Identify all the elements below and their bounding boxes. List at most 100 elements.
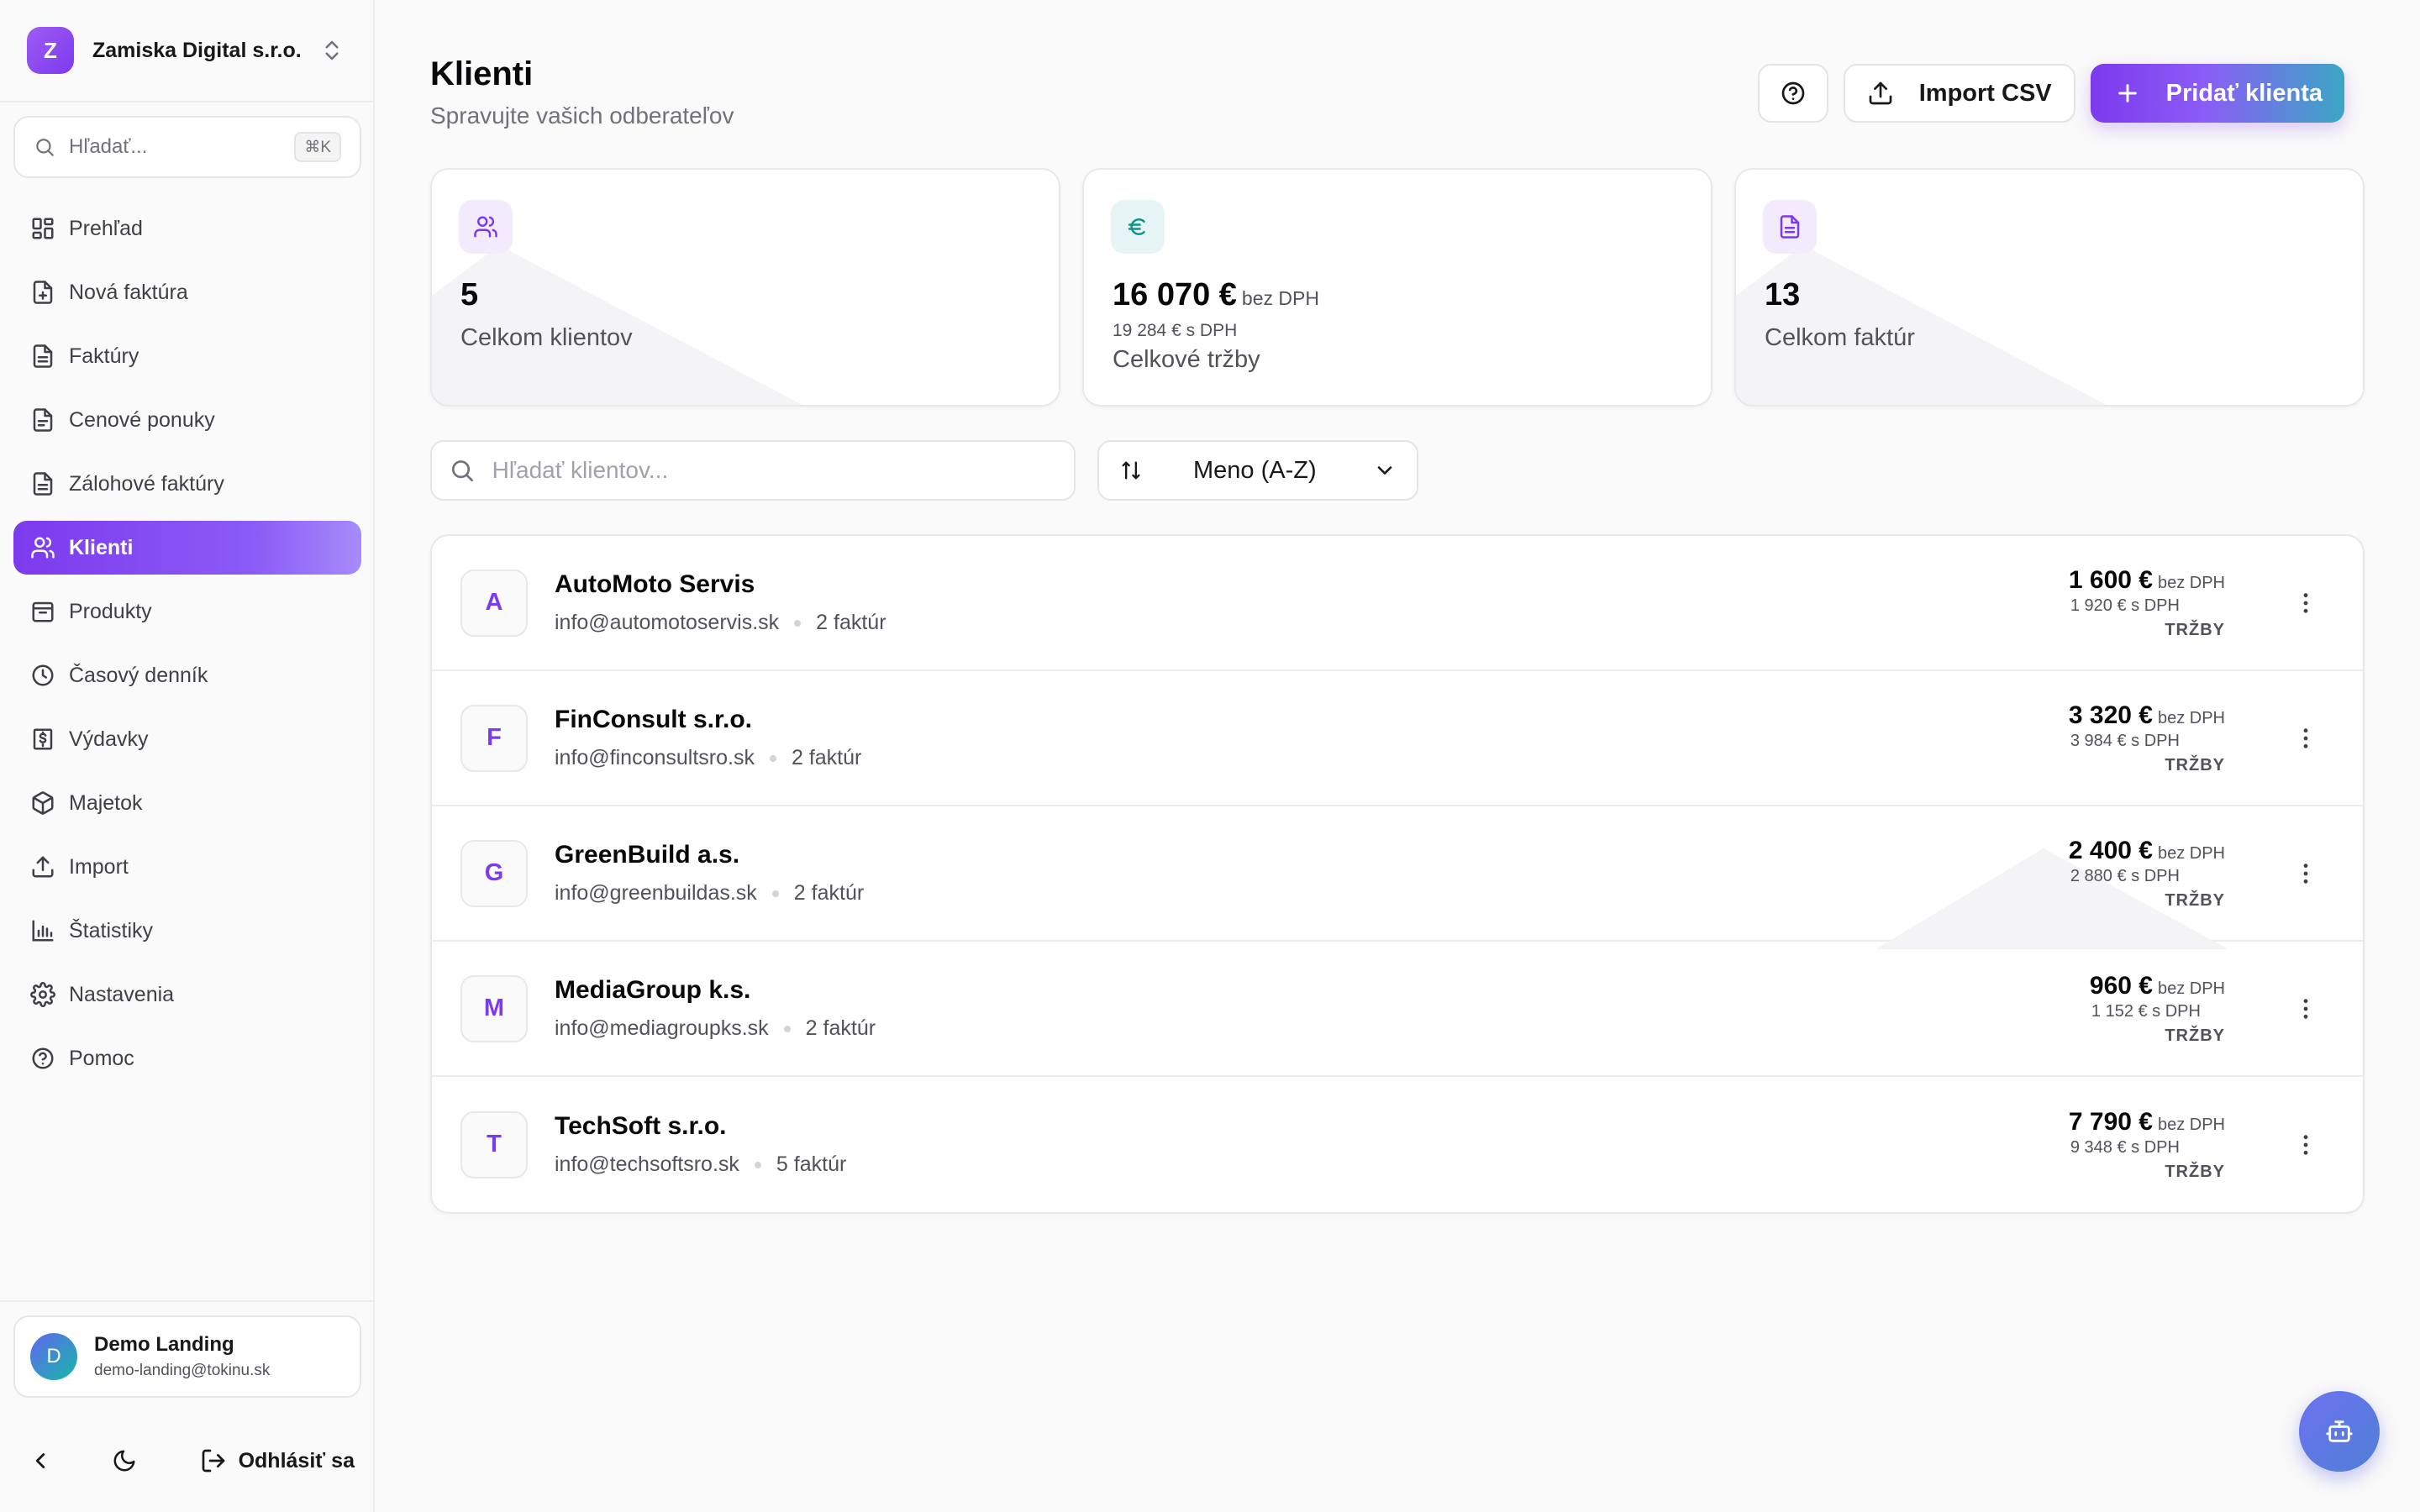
sidebar-item-pomoc[interactable]: Pomoc: [13, 1032, 361, 1085]
sidebar-item-klienti[interactable]: Klienti: [13, 521, 361, 575]
list-item[interactable]: T TechSoft s.r.o. info@techsoftsro.sk 5 f…: [432, 1077, 2363, 1212]
sidebar-item-produkty[interactable]: Produkty: [13, 585, 361, 638]
row-menu-button[interactable]: [2281, 1120, 2331, 1170]
filters-bar: Meno (A-Z): [430, 440, 1418, 501]
user-meta: Demo Landing demo-landing@tokinu.sk: [94, 1333, 270, 1380]
sidebar-item-faktury[interactable]: Faktúry: [13, 329, 361, 383]
sidebar-item-label: Cenové ponuky: [69, 407, 215, 432]
client-meta: FinConsult s.r.o. info@finconsultsro.sk 2…: [555, 706, 861, 770]
user-card[interactable]: D Demo Landing demo-landing@tokinu.sk: [13, 1315, 361, 1398]
list-item[interactable]: G GreenBuild a.s. info@greenbuildas.sk 2 …: [432, 806, 2363, 949]
list-item[interactable]: F FinConsult s.r.o. info@finconsultsro.s…: [432, 671, 2363, 806]
client-meta: MediaGroup k.s. info@mediagroupks.sk 2 fa…: [555, 976, 876, 1041]
add-client-label: Pridať klienta: [2165, 79, 2323, 107]
revenue-gross: 1 152 € s DPH: [2091, 1001, 2201, 1021]
bot-icon: [2326, 1420, 2353, 1442]
file-icon: [33, 472, 53, 496]
sidebar-item-majetok[interactable]: Majetok: [13, 776, 361, 830]
client-revenue: 3 320 € bez DPH 3 984 € s DPH TRŽBY: [2069, 701, 2225, 775]
logout-button[interactable]: Odhlásiť sa: [200, 1447, 361, 1474]
sidebar-item-statistiky[interactable]: Štatistiky: [13, 904, 361, 958]
import-csv-button[interactable]: Import CSV: [1843, 64, 2075, 123]
sort-value: Meno (A-Z): [1193, 456, 1317, 484]
receipt-icon: [33, 728, 53, 750]
sidebar-nav: Prehľad Nová faktúra Faktúry Cenové ponu…: [13, 202, 361, 1095]
revenue-net-value: 3 320 €: [2068, 701, 2153, 729]
client-details: info@techsoftsro.sk 5 faktúr: [555, 1152, 846, 1177]
theme-toggle-button[interactable]: [97, 1434, 151, 1488]
stat-label: Celkové tržby: [1113, 346, 1260, 373]
row-menu-button[interactable]: [2281, 984, 2331, 1034]
help-button[interactable]: [1757, 64, 1828, 123]
client-avatar: G: [460, 839, 528, 907]
sidebar-item-cenove-ponuky[interactable]: Cenové ponuky: [13, 393, 361, 447]
revenue-net-value: 7 790 €: [2068, 1107, 2153, 1136]
row-menu-button[interactable]: [2281, 848, 2331, 899]
row-menu-button[interactable]: [2281, 713, 2331, 764]
sort-select[interactable]: Meno (A-Z): [1097, 440, 1418, 501]
sidebar-item-nastavenia[interactable]: Nastavenia: [13, 968, 361, 1021]
collapse-sidebar-button[interactable]: [13, 1434, 67, 1488]
page-subtitle: Spravujte vašich odberateľov: [430, 102, 734, 129]
euro-icon: [1111, 200, 1165, 254]
separator-dot: [783, 1025, 791, 1032]
client-search[interactable]: [430, 440, 1076, 501]
org-switcher[interactable]: Z Zamiska Digital s.r.o.: [13, 17, 358, 84]
stat-subvalue: 19 284 € s DPH: [1113, 321, 1238, 340]
client-email: info@greenbuildas.sk: [555, 881, 757, 905]
sidebar-item-label: Pomoc: [69, 1046, 134, 1070]
clock-icon: [32, 664, 54, 686]
client-search-input[interactable]: [492, 457, 1057, 484]
revenue-net-suffix: bez DPH: [2157, 708, 2225, 727]
client-name: TechSoft s.r.o.: [555, 1112, 727, 1140]
client-email: info@techsoftsro.sk: [555, 1152, 739, 1176]
package-icon: [32, 601, 54, 622]
list-item[interactable]: M MediaGroup k.s. info@mediagroupks.sk 2 …: [432, 942, 2363, 1077]
more-vertical-icon: [2303, 1134, 2308, 1155]
sidebar-item-vydavky[interactable]: Výdavky: [13, 712, 361, 766]
client-invoice-count: 5 faktúr: [776, 1152, 847, 1176]
sidebar-item-label: Nová faktúra: [69, 280, 188, 304]
separator-dot: [754, 1161, 761, 1168]
avatar: D: [30, 1333, 77, 1380]
shortcut-badge: ⌘K: [294, 132, 341, 162]
sidebar-item-casovy-dennik[interactable]: Časový denník: [13, 648, 361, 702]
client-invoice-count: 2 faktúr: [816, 611, 886, 634]
client-name: GreenBuild a.s.: [555, 841, 740, 869]
client-meta: GreenBuild a.s. info@greenbuildas.sk 2 fa…: [555, 841, 864, 906]
sidebar-item-label: Majetok: [69, 790, 143, 815]
row-menu-button[interactable]: [2281, 578, 2331, 628]
client-meta: TechSoft s.r.o. info@techsoftsro.sk 5 fak…: [555, 1112, 846, 1177]
sidebar-item-import[interactable]: Import: [13, 840, 361, 894]
sidebar-item-zalohove-faktury[interactable]: Zálohové faktúry: [13, 457, 361, 511]
client-details: info@greenbuildas.sk 2 faktúr: [555, 881, 864, 906]
client-avatar: T: [460, 1110, 528, 1179]
assistant-button[interactable]: [2299, 1391, 2380, 1472]
sidebar-search[interactable]: ⌘K: [13, 116, 361, 178]
client-avatar: F: [460, 704, 528, 772]
sidebar-item-label: Štatistiky: [69, 918, 154, 942]
revenue-gross: 1 920 € s DPH: [2070, 596, 2180, 615]
help-icon: [1781, 81, 1805, 105]
add-client-button[interactable]: Pridať klienta: [2090, 64, 2344, 123]
sidebar-item-nova-faktura[interactable]: Nová faktúra: [13, 265, 361, 319]
stat-card-clients: 5 Celkom klientov: [430, 168, 1060, 407]
moon-icon: [113, 1450, 135, 1472]
client-details: info@mediagroupks.sk 2 faktúr: [555, 1016, 876, 1041]
stats-row: 5 Celkom klientov 16 070 € bez DPH 19 284…: [430, 168, 2365, 407]
sidebar-item-label: Prehľad: [69, 216, 143, 240]
logout-label: Odhlásiť sa: [238, 1448, 355, 1473]
revenue-net: 16 070 €: [1113, 277, 1237, 312]
client-invoice-count: 2 faktúr: [793, 881, 865, 905]
sidebar-item-prehlad[interactable]: Prehľad: [13, 202, 361, 255]
separator-dot: [769, 754, 776, 762]
revenue-label: TRŽBY: [2165, 890, 2225, 910]
logout-icon: [202, 1449, 224, 1473]
divider: [0, 1300, 373, 1302]
client-invoice-count: 2 faktúr: [805, 1016, 876, 1040]
list-item[interactable]: A AutoMoto Servis info@automotoservis.sk…: [432, 536, 2363, 671]
more-vertical-icon: [2303, 998, 2308, 1019]
sidebar-search-input[interactable]: [69, 135, 279, 159]
revenue-net-suffix: bez DPH: [2157, 1115, 2225, 1134]
clients-list: A AutoMoto Servis info@automotoservis.sk…: [430, 534, 2365, 1214]
